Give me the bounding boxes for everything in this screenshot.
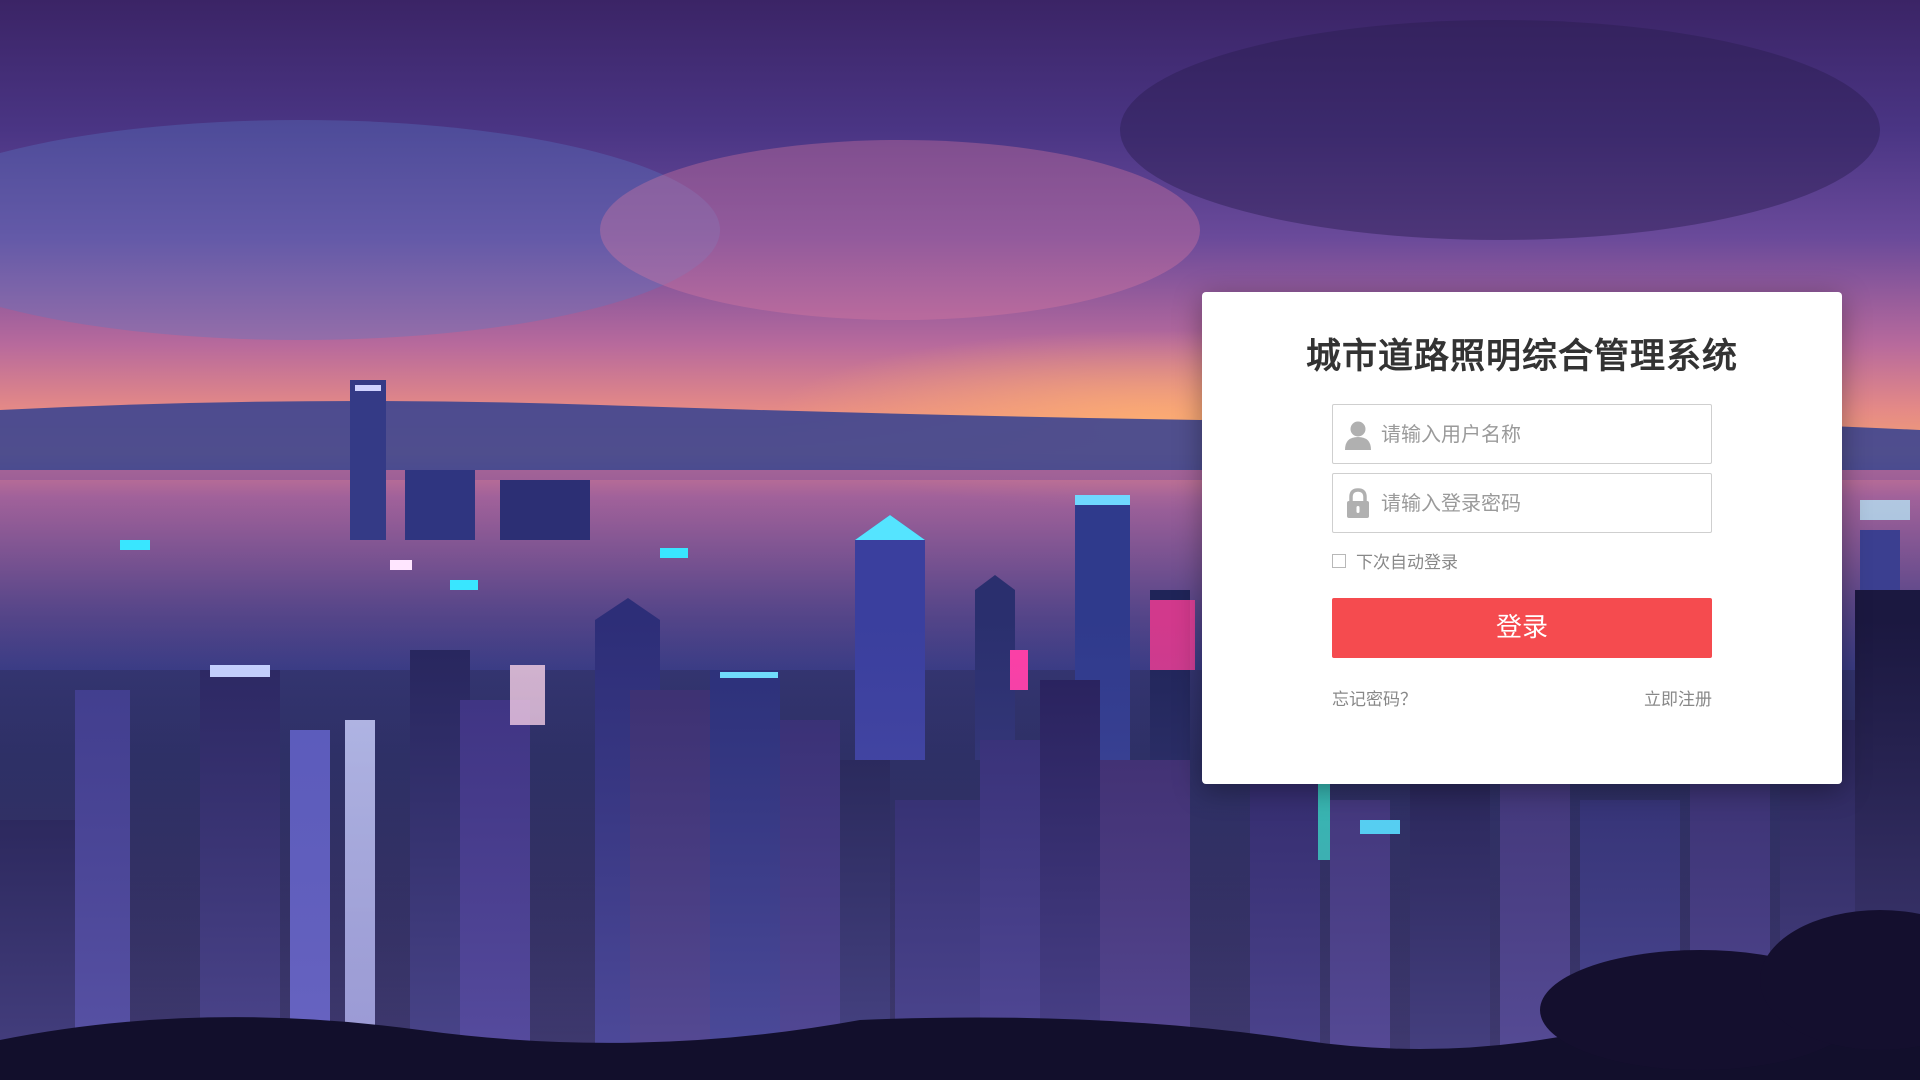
auto-login-label: 下次自动登录 (1356, 553, 1458, 573)
login-card: 城市道路照明综合管理系统 下次自动登录 登录 忘记密码？ 立即注册 (1202, 292, 1842, 784)
password-field[interactable] (1332, 473, 1712, 533)
register-link[interactable]: 立即注册 (1644, 685, 1712, 710)
login-button[interactable]: 登录 (1332, 598, 1712, 658)
username-input[interactable] (1381, 405, 1705, 463)
user-icon (1343, 419, 1373, 451)
system-title: 城市道路照明综合管理系统 (1305, 337, 1738, 377)
username-field[interactable] (1332, 404, 1712, 464)
auto-login-checkbox[interactable] (1332, 554, 1346, 568)
password-input[interactable] (1381, 474, 1705, 532)
forgot-password-link[interactable]: 忘记密码？ (1332, 685, 1417, 710)
lock-icon (1343, 488, 1373, 520)
